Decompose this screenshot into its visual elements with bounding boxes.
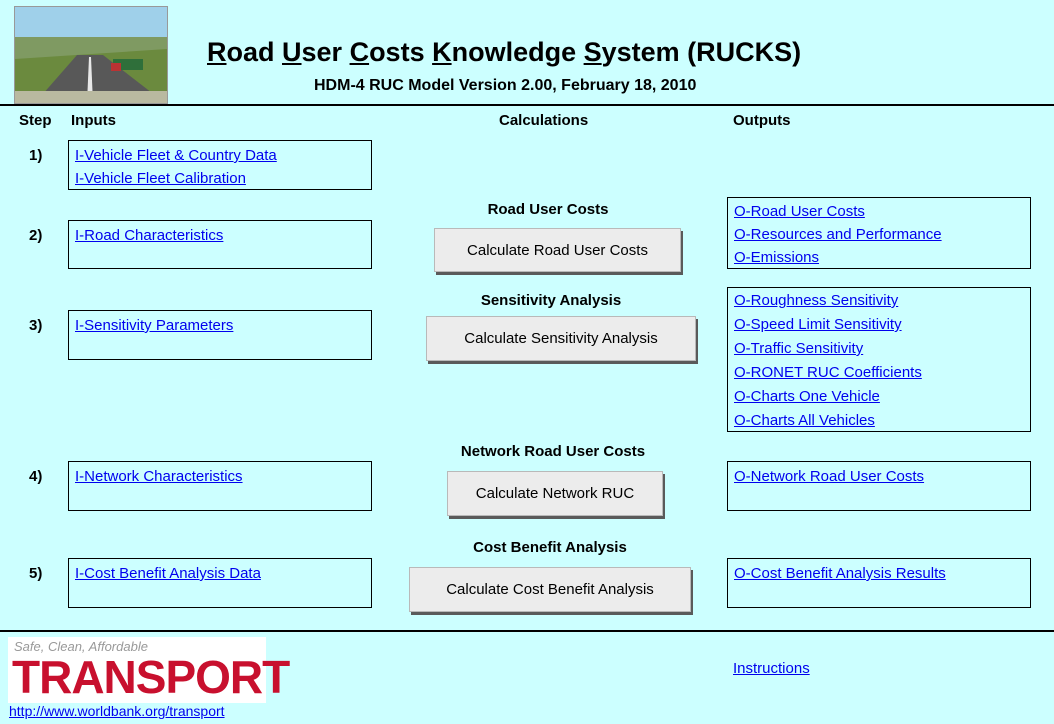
outputs-box-step5: O-Cost Benefit Analysis Results — [727, 558, 1031, 608]
column-header-inputs: Inputs — [71, 112, 116, 129]
column-header-calculations: Calculations — [499, 112, 589, 129]
link-sensitivity-parameters[interactable]: I-Sensitivity Parameters — [75, 317, 233, 334]
link-charts-one-vehicle[interactable]: O-Charts One Vehicle — [734, 388, 880, 405]
step-number: 1) — [29, 147, 43, 164]
calculate-sensitivity-analysis-button[interactable]: Calculate Sensitivity Analysis — [426, 316, 696, 361]
link-speed-limit-sensitivity[interactable]: O-Speed Limit Sensitivity — [734, 316, 902, 333]
step-number: 2) — [29, 227, 43, 244]
subtitle: HDM-4 RUC Model Version 2.00, February 1… — [314, 77, 697, 94]
link-emissions[interactable]: O-Emissions — [734, 249, 819, 266]
inputs-box-step4: I-Network Characteristics — [68, 461, 372, 511]
link-ronet-ruc-coefficients[interactable]: O-RONET RUC Coefficients — [734, 364, 922, 381]
link-roughness-sensitivity[interactable]: O-Roughness Sensitivity — [734, 292, 898, 309]
section-label-road-user-costs: Road User Costs — [487, 201, 609, 218]
footer-divider — [0, 630, 1054, 632]
link-vehicle-fleet-calibration[interactable]: I-Vehicle Fleet Calibration — [75, 170, 246, 187]
column-header-outputs: Outputs — [733, 112, 791, 129]
title-part: Road — [207, 37, 283, 67]
inputs-box-step2: I-Road Characteristics — [68, 220, 372, 269]
inputs-box-step1: I-Vehicle Fleet & Country Data I-Vehicle… — [68, 140, 372, 190]
section-label-cost-benefit-analysis: Cost Benefit Analysis — [473, 539, 627, 556]
calculate-cost-benefit-analysis-button[interactable]: Calculate Cost Benefit Analysis — [409, 567, 691, 612]
instructions-link[interactable]: Instructions — [733, 660, 810, 677]
title-part: System (RUCKS) — [583, 37, 802, 67]
title-part: Costs — [349, 37, 433, 67]
calculate-road-user-costs-button[interactable]: Calculate Road User Costs — [434, 228, 681, 272]
page-title: Road User Costs Knowledge System (RUCKS) — [207, 37, 801, 68]
column-header-step: Step — [19, 112, 52, 129]
worldbank-transport-link[interactable]: http://www.worldbank.org/transport — [9, 703, 225, 719]
transport-logo: Safe, Clean, Affordable TRANSPORT — [8, 637, 290, 703]
road-image — [14, 6, 168, 104]
inputs-box-step3: I-Sensitivity Parameters — [68, 310, 372, 360]
step-number: 3) — [29, 317, 43, 334]
section-label-network-ruc: Network Road User Costs — [460, 443, 646, 460]
title-part: Knowledge — [432, 37, 584, 67]
step-number: 4) — [29, 468, 43, 485]
link-road-characteristics[interactable]: I-Road Characteristics — [75, 227, 223, 244]
link-vehicle-fleet-country[interactable]: I-Vehicle Fleet & Country Data — [75, 147, 277, 164]
title-part: User — [282, 37, 350, 67]
link-resources-performance[interactable]: O-Resources and Performance — [734, 226, 942, 243]
outputs-box-step3: O-Roughness Sensitivity O-Speed Limit Se… — [727, 287, 1031, 432]
outputs-box-step2: O-Road User Costs O-Resources and Perfor… — [727, 197, 1031, 269]
link-charts-all-vehicles[interactable]: O-Charts All Vehicles — [734, 412, 875, 429]
inputs-box-step5: I-Cost Benefit Analysis Data — [68, 558, 372, 608]
link-network-characteristics[interactable]: I-Network Characteristics — [75, 468, 243, 485]
logo-word: TRANSPORT — [12, 651, 290, 703]
section-label-sensitivity-analysis: Sensitivity Analysis — [480, 292, 622, 309]
link-road-user-costs-output[interactable]: O-Road User Costs — [734, 203, 865, 220]
link-cost-benefit-analysis-results[interactable]: O-Cost Benefit Analysis Results — [734, 565, 946, 582]
calculate-network-ruc-button[interactable]: Calculate Network RUC — [447, 471, 663, 516]
header-divider — [0, 104, 1054, 106]
link-cost-benefit-analysis-data[interactable]: I-Cost Benefit Analysis Data — [75, 565, 261, 582]
step-number: 5) — [29, 565, 43, 582]
link-traffic-sensitivity[interactable]: O-Traffic Sensitivity — [734, 340, 863, 357]
outputs-box-step4: O-Network Road User Costs — [727, 461, 1031, 511]
link-network-road-user-costs[interactable]: O-Network Road User Costs — [734, 468, 924, 485]
